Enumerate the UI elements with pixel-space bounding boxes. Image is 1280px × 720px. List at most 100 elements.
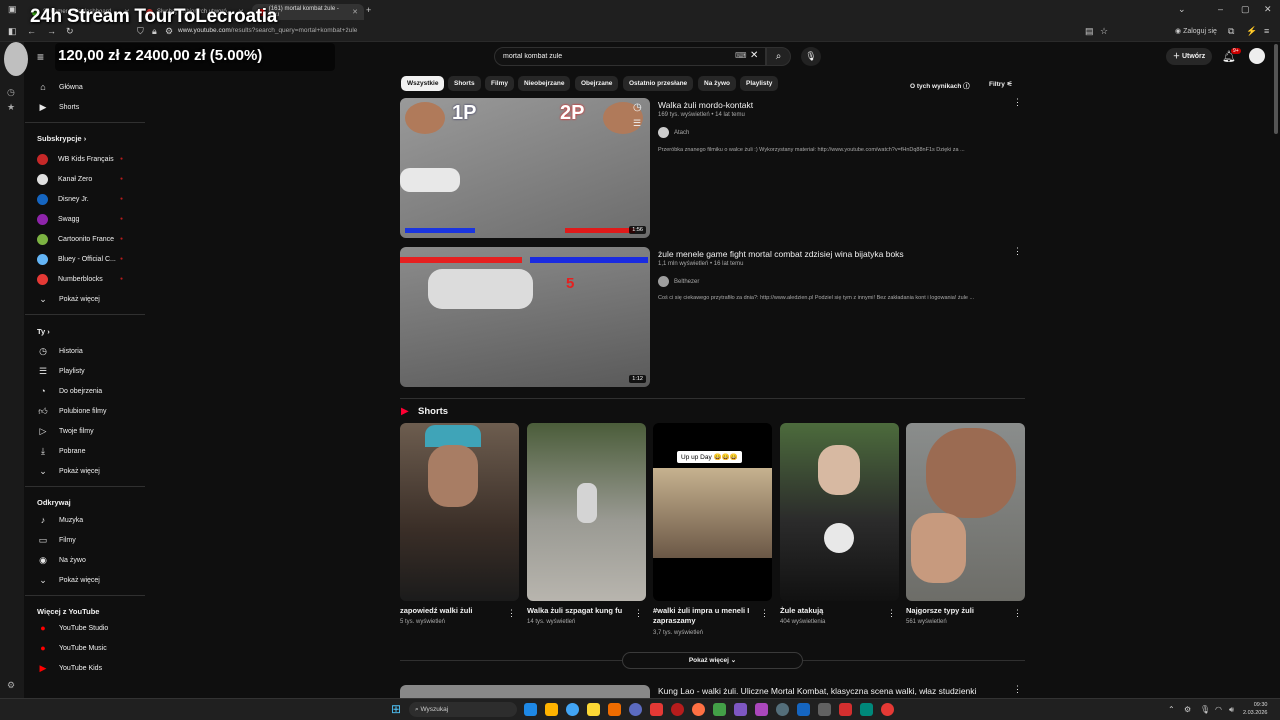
- short-thumbnail[interactable]: [527, 423, 646, 601]
- taskbar-search[interactable]: ⌕ Wyszukaj: [409, 702, 517, 717]
- taskbar-app-icon[interactable]: [755, 703, 768, 716]
- tray-chevron-icon[interactable]: ⌃: [1168, 705, 1175, 714]
- chip-recently-uploaded[interactable]: Ostatnio przesłane: [623, 76, 694, 91]
- chip-shorts[interactable]: Shorts: [448, 76, 481, 91]
- clear-search-icon[interactable]: ✕: [750, 50, 758, 61]
- short-title[interactable]: Walka żuli szpagat kung fu: [527, 606, 632, 616]
- sidebar-item-yt-kids[interactable]: ▶ YouTube Kids: [37, 661, 103, 675]
- tab-actions-icon[interactable]: ▣: [8, 4, 17, 15]
- sidebar-item-sub[interactable]: Bluey - Official C...: [37, 252, 116, 266]
- sidebar-item-live[interactable]: ◉ Na żywo: [37, 553, 86, 567]
- short-thumbnail[interactable]: [906, 423, 1025, 601]
- sidebar-item-sub[interactable]: Kanał Zero: [37, 172, 92, 186]
- new-tab-icon[interactable]: +: [366, 5, 371, 15]
- maximize-icon[interactable]: ▢: [1241, 4, 1250, 15]
- taskbar-app-icon[interactable]: [734, 703, 747, 716]
- sidebar-toggle-icon[interactable]: ◧: [8, 26, 17, 37]
- short-thumbnail[interactable]: [780, 423, 899, 601]
- subscriptions-heading[interactable]: Subskrypcje ›: [37, 134, 86, 143]
- profile-button[interactable]: ◉ Zaloguj się: [1175, 27, 1217, 35]
- sidebar-item-sub[interactable]: WB Kids Français: [37, 152, 114, 166]
- volume-icon[interactable]: 🔊︎: [1229, 705, 1234, 715]
- taskbar-app-icon[interactable]: [713, 703, 726, 716]
- watch-later-icon[interactable]: ◷: [633, 102, 642, 113]
- voice-search-button[interactable]: 🎙︎: [801, 47, 821, 66]
- taskbar-app-icon[interactable]: [650, 703, 663, 716]
- taskbar-app-icon[interactable]: [776, 703, 789, 716]
- video-channel[interactable]: Belthezer: [658, 276, 699, 287]
- video-title[interactable]: żule menele game fight mortal combat zdz…: [658, 249, 904, 259]
- taskbar-app-icon[interactable]: [608, 703, 621, 716]
- chip-playlists[interactable]: Playlisty: [740, 76, 779, 91]
- sidebar-show-more[interactable]: ⌄ Pokaż więcej: [37, 464, 100, 478]
- bookmark-star-icon[interactable]: ☆: [1100, 26, 1108, 37]
- taskbar-app-icon[interactable]: [545, 703, 558, 716]
- url-field[interactable]: www.youtube.com/results?search_query=mor…: [178, 27, 357, 34]
- more-actions-icon[interactable]: ⋮: [760, 608, 769, 619]
- sidebar-item-history[interactable]: ◷ Historia: [37, 344, 83, 358]
- sidebar-item-your-videos[interactable]: ▷ Twoje filmy: [37, 424, 94, 438]
- bookmarks-icon[interactable]: ★: [7, 102, 15, 113]
- sidebar-item-yt-studio[interactable]: ● YouTube Studio: [37, 621, 108, 635]
- sidebar-show-more[interactable]: ⌄ Pokaż więcej: [37, 573, 100, 587]
- keyboard-icon[interactable]: ⌨: [735, 51, 747, 60]
- short-thumbnail[interactable]: [400, 423, 519, 601]
- you-heading[interactable]: Ty ›: [37, 327, 50, 336]
- more-actions-icon[interactable]: ⋮: [1013, 246, 1022, 257]
- hamburger-menu-icon[interactable]: ≡: [37, 50, 44, 64]
- taskbar-app-icon[interactable]: [881, 703, 894, 716]
- short-title[interactable]: Najgorsze typy żuli: [906, 606, 1011, 616]
- taskbar-app-icon[interactable]: [524, 703, 537, 716]
- tab-search-icon[interactable]: ⌄: [1178, 4, 1186, 15]
- reader-icon[interactable]: ▤: [1085, 26, 1094, 37]
- close-window-icon[interactable]: ✕: [1264, 4, 1272, 15]
- sidebar-item-liked[interactable]: 👍︎ Polubione filmy: [37, 404, 106, 418]
- more-actions-icon[interactable]: ⋮: [507, 608, 516, 619]
- start-windows-icon[interactable]: ⊞: [391, 702, 401, 716]
- wifi-icon[interactable]: ◠: [1215, 705, 1222, 714]
- tray-app-icon[interactable]: ⚙: [1184, 705, 1191, 714]
- menu-icon[interactable]: ≡: [1264, 26, 1269, 36]
- taskbar-app-icon[interactable]: [818, 703, 831, 716]
- create-button[interactable]: ＋ Utwórz: [1166, 48, 1213, 65]
- video-channel[interactable]: Atach: [658, 127, 689, 138]
- video-title[interactable]: Walka żuli mordo-kontakt: [658, 100, 753, 110]
- sidebar-item-music[interactable]: ♪ Muzyka: [37, 513, 83, 527]
- video-thumbnail[interactable]: 1P 2P ◷ ☰ 1:56: [400, 98, 650, 238]
- short-title[interactable]: #walki żuli impra u meneli I zapraszamy: [653, 606, 758, 626]
- settings-icon[interactable]: ⚙: [7, 680, 15, 691]
- more-actions-icon[interactable]: ⋮: [1013, 684, 1022, 695]
- sidebar-show-more[interactable]: ⌄ Pokaż więcej: [37, 292, 100, 306]
- chip-films[interactable]: Filmy: [485, 76, 514, 91]
- chip-unwatched[interactable]: Nieobejrzane: [518, 76, 571, 91]
- account-avatar[interactable]: [1249, 48, 1265, 64]
- sidebar-item-yt-music[interactable]: ● YouTube Music: [37, 641, 106, 655]
- taskbar-app-icon[interactable]: [629, 703, 642, 716]
- video-thumbnail[interactable]: 5 1:12: [400, 247, 650, 387]
- video-thumbnail[interactable]: [400, 685, 650, 698]
- extension-icon[interactable]: ⚡: [1246, 26, 1257, 37]
- taskbar-app-icon[interactable]: [587, 703, 600, 716]
- video-title[interactable]: Kung Lao - walki żuli. Uliczne Mortal Ko…: [658, 686, 976, 696]
- sidebar-item-home[interactable]: ⌂ Główna: [37, 80, 82, 94]
- taskbar-app-icon[interactable]: [860, 703, 873, 716]
- about-results-button[interactable]: O tych wynikach ⓘ: [910, 80, 970, 90]
- chip-watched[interactable]: Obejrzane: [575, 76, 619, 91]
- sidebar-item-sub[interactable]: Disney Jr.: [37, 192, 89, 206]
- sidebar-item-films[interactable]: ▭ Filmy: [37, 533, 76, 547]
- clock[interactable]: 09:30 2.03.2026: [1243, 701, 1267, 717]
- taskbar-app-icon[interactable]: [797, 703, 810, 716]
- chip-all[interactable]: Wszystkie: [401, 76, 445, 91]
- minimize-icon[interactable]: –: [1218, 4, 1223, 14]
- sidebar-item-sub[interactable]: Numberblocks: [37, 272, 103, 286]
- sidebar-item-playlists[interactable]: ☰ Playlisty: [37, 364, 85, 378]
- history-icon[interactable]: ◷: [7, 87, 15, 98]
- short-thumbnail[interactable]: Up up Day 😄😄😄: [653, 423, 772, 601]
- chip-live[interactable]: Na żywo: [698, 76, 737, 91]
- page-scrollbar[interactable]: [1274, 44, 1278, 134]
- taskbar-app-icon[interactable]: [692, 703, 705, 716]
- taskbar-app-icon[interactable]: [671, 703, 684, 716]
- taskbar-app-icon[interactable]: [566, 703, 579, 716]
- search-input[interactable]: [495, 48, 715, 65]
- search-button[interactable]: ⌕: [766, 47, 791, 66]
